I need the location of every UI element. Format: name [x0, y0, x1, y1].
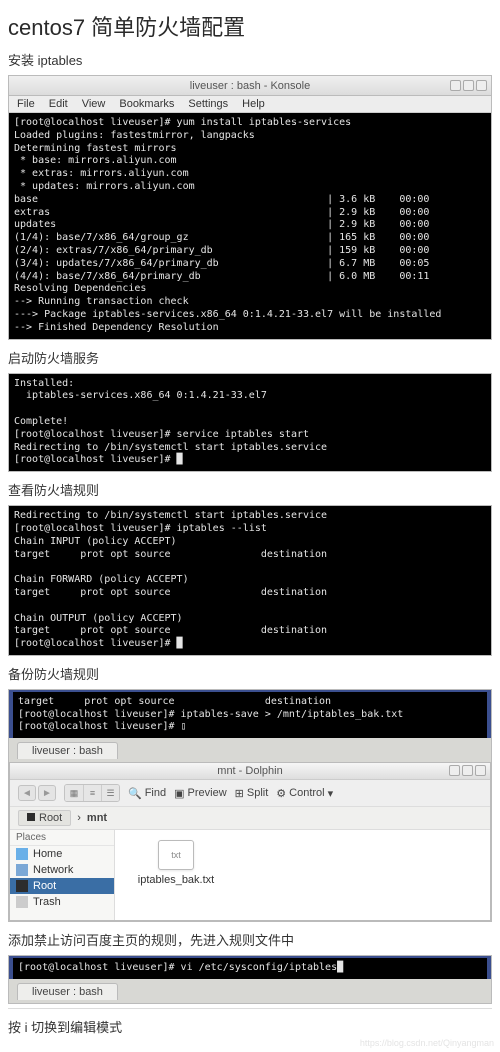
search-icon: 🔍 — [128, 787, 142, 800]
caption-vi-mode: 按 i 切换到编辑模式 — [8, 1017, 492, 1036]
icons-view-icon[interactable]: ▦ — [65, 785, 83, 801]
preview-button[interactable]: ▣Preview — [174, 787, 227, 800]
gear-icon: ⚙ — [276, 787, 286, 800]
konsole-menubar: File Edit View Bookmarks Settings Help — [9, 96, 491, 113]
window-close-icon[interactable] — [476, 80, 487, 91]
sidebar-item-trash[interactable]: Trash — [10, 894, 114, 910]
files-pane[interactable]: txt iptables_bak.txt — [115, 830, 490, 920]
terminal-vi-output[interactable]: [root@localhost liveuser]# vi /etc/sysco… — [13, 958, 487, 979]
terminal-list-output[interactable]: Redirecting to /bin/systemctl start ipta… — [8, 505, 492, 656]
places-header: Places — [10, 830, 114, 846]
menu-help[interactable]: Help — [242, 98, 265, 110]
compact-view-icon[interactable]: ≡ — [83, 785, 101, 801]
find-button[interactable]: 🔍Find — [128, 787, 166, 800]
konsole-window: liveuser : bash - Konsole File Edit View… — [8, 75, 492, 340]
dolphin-breadcrumb[interactable]: Root › mnt — [10, 807, 490, 830]
window-minimize-icon[interactable] — [449, 765, 460, 776]
konsole-titlebar: liveuser : bash - Konsole — [9, 76, 491, 96]
dolphin-toolbar: ◄ ► ▦ ≡ ☰ 🔍Find ▣Preview ⊞Split ⚙Control… — [10, 780, 490, 807]
file-name: iptables_bak.txt — [138, 874, 214, 886]
places-panel: Places Home Network Root Trash — [10, 830, 115, 920]
watermark: https://blog.csdn.net/Qinyangman — [360, 1038, 494, 1048]
sidebar-item-home[interactable]: Home — [10, 846, 114, 862]
root-icon — [16, 880, 28, 892]
dolphin-window: mnt - Dolphin ◄ ► ▦ ≡ ☰ 🔍Find ▣Preview ⊞… — [9, 762, 491, 921]
breadcrumb-root[interactable]: Root — [18, 810, 71, 826]
breadcrumb-separator: › — [77, 812, 81, 824]
window-maximize-icon[interactable] — [463, 80, 474, 91]
back-button[interactable]: ◄ — [18, 785, 36, 801]
sidebar-item-network[interactable]: Network — [10, 862, 114, 878]
menu-view[interactable]: View — [82, 98, 106, 110]
caption-install: 安装 iptables — [8, 50, 492, 69]
chevron-down-icon: ▾ — [328, 787, 334, 800]
konsole-vi-window: [root@localhost liveuser]# vi /etc/sysco… — [8, 955, 492, 1004]
konsole-tab-2[interactable]: liveuser : bash — [17, 983, 118, 1000]
konsole-title: liveuser : bash - Konsole — [190, 80, 310, 92]
caption-add-rule: 添加禁止访问百度主页的规则，先进入规则文件中 — [8, 930, 492, 949]
control-button[interactable]: ⚙Control ▾ — [276, 787, 333, 800]
home-icon — [16, 848, 28, 860]
forward-button[interactable]: ► — [38, 785, 56, 801]
preview-icon: ▣ — [174, 787, 184, 800]
window-close-icon[interactable] — [475, 765, 486, 776]
split-icon: ⊞ — [235, 787, 244, 800]
konsole-tab-strip: liveuser : bash — [9, 738, 491, 762]
breadcrumb-current[interactable]: mnt — [87, 812, 107, 824]
window-maximize-icon[interactable] — [462, 765, 473, 776]
caption-list-rules: 查看防火墙规则 — [8, 480, 492, 499]
konsole-tab[interactable]: liveuser : bash — [17, 742, 118, 759]
view-mode-toggle[interactable]: ▦ ≡ ☰ — [64, 784, 120, 802]
menu-settings[interactable]: Settings — [188, 98, 228, 110]
page-title: centos7 简单防火墙配置 — [8, 10, 492, 42]
terminal-backup-output[interactable]: target prot opt source destination [root… — [13, 692, 487, 738]
menu-bookmarks[interactable]: Bookmarks — [119, 98, 174, 110]
terminal-install-output[interactable]: [root@localhost liveuser]# yum install i… — [9, 113, 491, 339]
dolphin-title: mnt - Dolphin — [217, 765, 282, 777]
terminal-start-output[interactable]: Installed: iptables-services.x86_64 0:1.… — [8, 373, 492, 473]
sidebar-item-root[interactable]: Root — [10, 878, 114, 894]
file-item[interactable]: txt iptables_bak.txt — [131, 840, 221, 886]
caption-backup-rules: 备份防火墙规则 — [8, 664, 492, 683]
trash-icon — [16, 896, 28, 908]
text-file-icon: txt — [158, 840, 194, 870]
caption-start-service: 启动防火墙服务 — [8, 348, 492, 367]
details-view-icon[interactable]: ☰ — [101, 785, 119, 801]
konsole-backup-window: target prot opt source destination [root… — [8, 689, 492, 922]
menu-edit[interactable]: Edit — [49, 98, 68, 110]
window-minimize-icon[interactable] — [450, 80, 461, 91]
menu-file[interactable]: File — [17, 98, 35, 110]
network-icon — [16, 864, 28, 876]
konsole-tab-strip-2: liveuser : bash — [9, 979, 491, 1003]
dolphin-titlebar: mnt - Dolphin — [10, 763, 490, 780]
split-button[interactable]: ⊞Split — [235, 787, 269, 800]
